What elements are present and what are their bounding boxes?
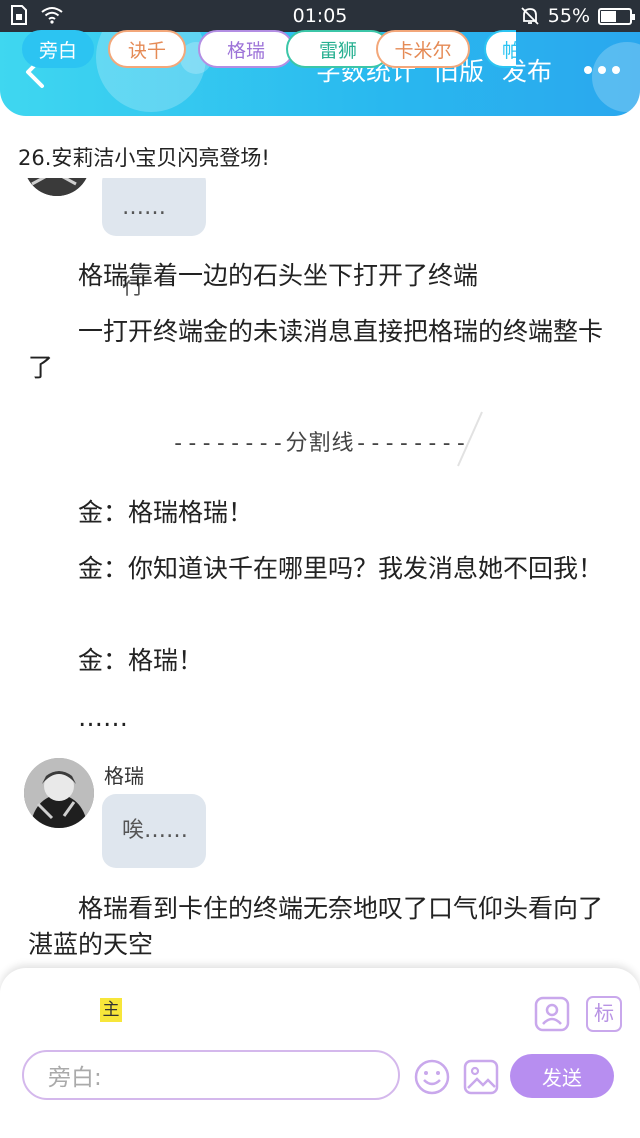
more-dots-icon[interactable] bbox=[570, 66, 620, 74]
partial-avatar bbox=[24, 178, 90, 196]
paragraph: 金：你知道诀千在哪里吗？我发消息她不回我！ bbox=[78, 554, 604, 583]
battery-fill bbox=[601, 10, 617, 22]
send-button[interactable]: 发送 bbox=[510, 1054, 614, 1098]
paragraph: 一打开终端金的未读消息直接把格瑞的终端整卡了 bbox=[28, 317, 604, 382]
character-chip-narration[interactable]: 旁白 bbox=[22, 30, 94, 68]
chat-name: 格瑞 bbox=[104, 764, 144, 788]
divider-decor bbox=[457, 411, 483, 467]
character-chip-gerui[interactable]: 格瑞 bbox=[198, 30, 294, 68]
story-content: ……行 格瑞靠着一边的石头坐下打开了终端 一打开终端金的未读消息直接把格瑞的终端… bbox=[0, 178, 640, 968]
tag-icon[interactable]: 标 bbox=[586, 996, 622, 1032]
battery-icon bbox=[598, 7, 635, 25]
paragraph: …… bbox=[78, 703, 128, 732]
paragraph: 金：格瑞格瑞！ bbox=[78, 498, 254, 527]
chapter-title: 26.安莉洁小宝贝闪亮登场! bbox=[18, 146, 270, 170]
character-chip-kamier[interactable]: 卡米尔 bbox=[376, 30, 470, 68]
divider-line: --------分割线-------- bbox=[171, 431, 469, 456]
paragraph: 格瑞靠着一边的石头坐下打开了终端 bbox=[78, 261, 479, 290]
avatar[interactable] bbox=[24, 758, 94, 828]
paragraph: 金：格瑞！ bbox=[78, 646, 204, 675]
character-chip-pa[interactable]: 帕 bbox=[484, 30, 516, 68]
paragraph: 格瑞看到卡住的终端无奈地叹了口气仰头看向了湛蓝的天空 bbox=[28, 894, 604, 959]
person-card-icon[interactable] bbox=[534, 996, 570, 1032]
emoji-icon[interactable] bbox=[413, 1058, 451, 1096]
character-selector: 旁白 诀千 格瑞 雷狮 卡米尔 帕 bbox=[22, 30, 516, 70]
status-right-icons: 55% bbox=[520, 5, 635, 27]
image-icon[interactable] bbox=[462, 1058, 500, 1096]
chat-bubble: 唉…… bbox=[102, 794, 206, 868]
character-chip-leishi[interactable]: 雷狮 bbox=[286, 30, 390, 68]
message-input[interactable]: 旁白: bbox=[22, 1050, 400, 1100]
host-badge: 主 bbox=[100, 998, 122, 1022]
battery-percent: 55% bbox=[547, 5, 590, 27]
mute-bell-icon bbox=[521, 7, 539, 25]
status-bar: 01:05 55% bbox=[0, 0, 640, 32]
chat-bubble-partial: ……行 bbox=[102, 178, 206, 300]
character-chip-jueqian[interactable]: 诀千 bbox=[108, 30, 186, 68]
